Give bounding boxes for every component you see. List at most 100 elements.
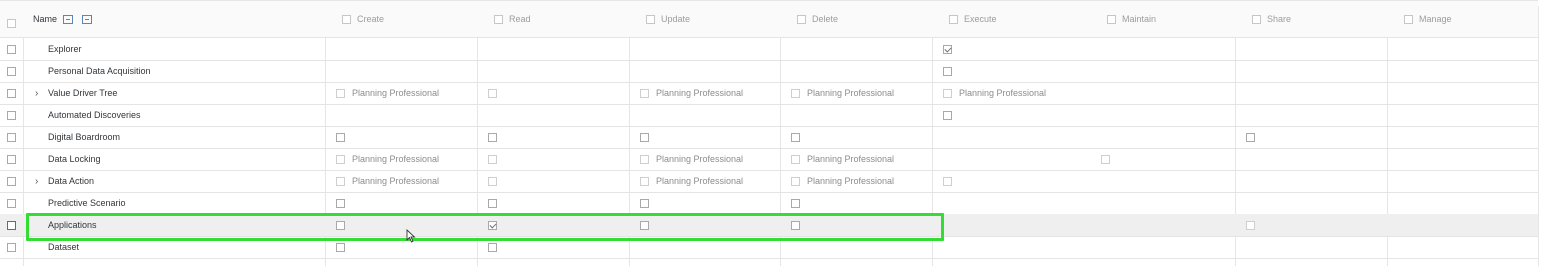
row-select-checkbox[interactable]	[7, 132, 16, 142]
cell-create: Planning Professional	[336, 82, 439, 104]
table-row[interactable]: Applications	[0, 214, 1538, 237]
license-label: Planning Professional	[656, 176, 744, 186]
column-header-maintain: Maintain	[1107, 1, 1156, 37]
table-row[interactable]: Data Locking Planning Professional Plannin…	[0, 148, 1538, 171]
create-permission-checkbox	[336, 154, 345, 164]
table-row[interactable]: Digital Boardroom	[0, 126, 1538, 149]
table-row[interactable]: › Data Action Planning Professional Plannin…	[0, 170, 1538, 193]
create-column-checkbox[interactable]	[342, 14, 351, 24]
update-permission-checkbox[interactable]	[640, 132, 649, 142]
read-column-checkbox[interactable]	[494, 14, 503, 24]
table-header: Name Create Read Update Delete Execute Mainta…	[0, 0, 1538, 38]
execute-permission-checkbox[interactable]	[943, 110, 952, 120]
cell-delete: Planning Professional	[791, 170, 894, 192]
update-permission-checkbox[interactable]	[640, 220, 649, 230]
cell-read	[488, 126, 497, 148]
update-permission-checkbox	[640, 88, 649, 98]
license-label: Planning Professional	[352, 176, 440, 186]
license-label: Planning Professional	[959, 88, 1047, 98]
create-permission-checkbox	[336, 176, 345, 186]
cell-read	[488, 148, 497, 170]
execute-permission-checkbox[interactable]	[943, 44, 952, 54]
create-permission-checkbox[interactable]	[336, 220, 345, 230]
manage-column-checkbox[interactable]	[1404, 14, 1413, 24]
row-select-checkbox[interactable]	[7, 44, 16, 54]
row-name: Personal Data Acquisition	[48, 66, 151, 76]
share-permission-checkbox[interactable]	[1246, 132, 1255, 142]
delete-permission-checkbox[interactable]	[791, 132, 800, 142]
read-permission-checkbox	[488, 88, 497, 98]
create-permission-checkbox	[336, 88, 345, 98]
cell-create	[336, 126, 345, 148]
execute-permission-checkbox[interactable]	[943, 66, 952, 76]
cell-share	[1246, 126, 1255, 148]
column-divider	[1538, 6, 1539, 266]
read-permission-checkbox[interactable]	[488, 198, 497, 208]
cell-create: Planning Professional	[336, 148, 439, 170]
row-select-checkbox[interactable]	[7, 242, 16, 252]
row-name: Automated Discoveries	[48, 110, 141, 120]
row-name: Predictive Scenario	[48, 198, 126, 208]
update-permission-checkbox	[640, 176, 649, 186]
create-permission-checkbox[interactable]	[336, 132, 345, 142]
read-permission-checkbox[interactable]	[488, 132, 497, 142]
cell-read	[488, 170, 497, 192]
row-select-checkbox[interactable]	[7, 176, 16, 186]
row-select-checkbox[interactable]	[7, 66, 16, 76]
row-name: Explorer	[48, 44, 82, 54]
cell-read	[488, 214, 497, 236]
update-column-checkbox[interactable]	[646, 14, 655, 24]
create-permission-checkbox[interactable]	[336, 198, 345, 208]
execute-column-label: Execute	[964, 14, 997, 24]
read-permission-checkbox	[488, 154, 497, 164]
table-row[interactable]: Automated Discoveries	[0, 104, 1538, 127]
row-name: Digital Boardroom	[48, 132, 121, 142]
chevron-right-icon[interactable]: ›	[35, 82, 38, 104]
row-select-checkbox[interactable]	[7, 110, 16, 120]
maintain-column-label: Maintain	[1122, 14, 1157, 24]
delete-column-checkbox[interactable]	[797, 14, 806, 24]
name-column-header: Name	[33, 14, 58, 24]
read-permission-checkbox[interactable]	[488, 220, 497, 230]
cell-execute	[943, 38, 952, 60]
maintain-permission-checkbox	[1101, 154, 1110, 164]
row-select-checkbox[interactable]	[7, 154, 16, 164]
delete-permission-checkbox	[791, 176, 800, 186]
execute-column-checkbox[interactable]	[949, 14, 958, 24]
table-row[interactable]: Personal Data Acquisition	[0, 60, 1538, 83]
cell-delete	[791, 126, 800, 148]
execute-permission-checkbox	[943, 88, 952, 98]
row-select-checkbox[interactable]	[7, 88, 16, 98]
delete-permission-checkbox	[791, 154, 800, 164]
share-column-label: Share	[1267, 14, 1292, 24]
cell-share	[1246, 214, 1255, 236]
read-permission-checkbox[interactable]	[488, 242, 497, 252]
cell-create	[336, 236, 345, 258]
maintain-column-checkbox[interactable]	[1107, 14, 1116, 24]
chevron-right-icon[interactable]: ›	[35, 170, 38, 192]
create-permission-checkbox[interactable]	[336, 242, 345, 252]
cell-create	[336, 214, 345, 236]
cell-read	[488, 236, 497, 258]
collapse-all-icon[interactable]	[82, 14, 93, 24]
update-permission-checkbox[interactable]	[640, 198, 649, 208]
row-select-checkbox[interactable]	[7, 220, 16, 230]
license-label: Planning Professional	[352, 88, 440, 98]
share-column-checkbox[interactable]	[1252, 14, 1261, 24]
row-name: Dataset	[48, 242, 80, 252]
table-row[interactable]: Dataset	[0, 236, 1538, 259]
table-row[interactable]: Explorer	[0, 38, 1538, 61]
execute-permission-checkbox	[943, 176, 952, 186]
row-select-checkbox[interactable]	[7, 198, 16, 208]
table-row[interactable]: › Value Driver Tree Planning Professional P…	[0, 82, 1538, 105]
share-permission-checkbox	[1246, 220, 1255, 230]
cell-execute	[943, 170, 952, 192]
delete-permission-checkbox[interactable]	[791, 198, 800, 208]
cell-delete: Planning Professional	[791, 148, 894, 170]
table-row[interactable]: Predictive Scenario	[0, 192, 1538, 215]
cell-update	[640, 192, 649, 214]
row-name: Data Locking	[48, 154, 101, 164]
expand-all-icon[interactable]	[63, 14, 74, 24]
delete-permission-checkbox[interactable]	[791, 220, 800, 230]
select-all-checkbox[interactable]	[7, 18, 16, 28]
